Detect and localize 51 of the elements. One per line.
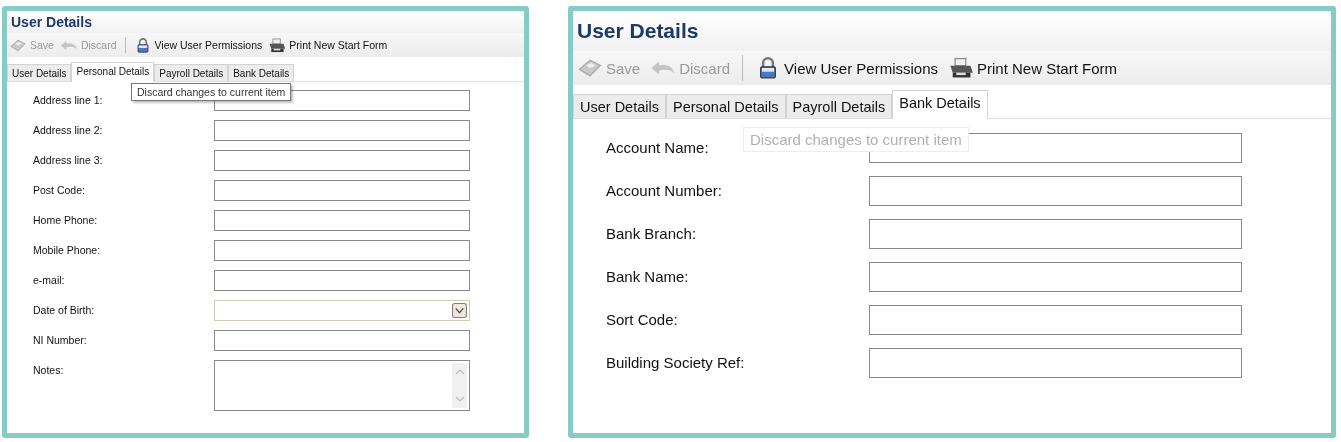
tab[interactable]: Personal Details bbox=[665, 94, 786, 118]
text-field[interactable] bbox=[214, 240, 470, 261]
text-field[interactable] bbox=[869, 305, 1242, 335]
tab[interactable]: Payroll Details bbox=[154, 64, 229, 81]
tab[interactable]: Bank Details bbox=[892, 90, 988, 119]
tab[interactable]: Bank Details bbox=[228, 64, 295, 81]
text-field[interactable] bbox=[214, 330, 470, 351]
field-label: e-mail: bbox=[33, 273, 65, 288]
tab[interactable]: Personal Details bbox=[71, 62, 155, 82]
text-field[interactable] bbox=[214, 150, 470, 171]
field-label: Notes: bbox=[33, 363, 64, 378]
field-label: Home Phone: bbox=[33, 213, 98, 228]
field-label: Sort Code: bbox=[606, 310, 678, 330]
field-label: Mobile Phone: bbox=[33, 243, 101, 258]
field-label: Bank Branch: bbox=[606, 224, 697, 244]
scroll-up-icon bbox=[454, 369, 465, 375]
field-label: Date of Birth: bbox=[33, 303, 95, 318]
field-label: NI Number: bbox=[33, 333, 87, 348]
scroll-down-icon bbox=[454, 396, 465, 402]
text-field[interactable] bbox=[869, 176, 1242, 206]
field-label: Post Code: bbox=[33, 183, 85, 198]
text-field[interactable] bbox=[214, 210, 470, 231]
dropdown-icon bbox=[452, 303, 467, 318]
panel-title: User Details bbox=[11, 14, 92, 30]
field-label: Address line 2: bbox=[33, 123, 103, 138]
tab[interactable]: User Details bbox=[7, 64, 72, 81]
panel-title: User Details bbox=[577, 19, 699, 42]
field-label: Address line 1: bbox=[33, 93, 103, 108]
print-button[interactable]: Print New Start Form bbox=[948, 57, 1118, 79]
permissions-button[interactable]: View User Permissions bbox=[133, 37, 263, 53]
field-label: Bank Name: bbox=[606, 267, 689, 287]
permissions-button[interactable]: View User Permissions bbox=[755, 57, 938, 79]
field-label: Account Number: bbox=[606, 181, 722, 201]
tooltip: Discard changes to current item bbox=[131, 83, 292, 101]
print-button[interactable]: Print New Start Form bbox=[268, 37, 388, 53]
field-label: Account Name: bbox=[606, 138, 709, 158]
tab[interactable]: Payroll Details bbox=[785, 94, 893, 118]
printer-icon bbox=[268, 37, 287, 53]
field-label: Address line 3: bbox=[33, 153, 103, 168]
scrollbar[interactable] bbox=[452, 363, 467, 408]
text-field[interactable] bbox=[214, 180, 470, 201]
tooltip: Discard changes to current item bbox=[743, 127, 969, 152]
field-label: Building Society Ref: bbox=[606, 353, 745, 373]
printer-icon bbox=[948, 57, 974, 79]
tab[interactable]: User Details bbox=[573, 94, 666, 118]
text-field[interactable] bbox=[869, 262, 1242, 292]
text-field[interactable] bbox=[214, 270, 470, 291]
notes-field[interactable] bbox=[214, 360, 470, 411]
text-field[interactable] bbox=[869, 348, 1242, 378]
text-field[interactable] bbox=[214, 120, 470, 141]
text-field[interactable] bbox=[869, 219, 1242, 249]
